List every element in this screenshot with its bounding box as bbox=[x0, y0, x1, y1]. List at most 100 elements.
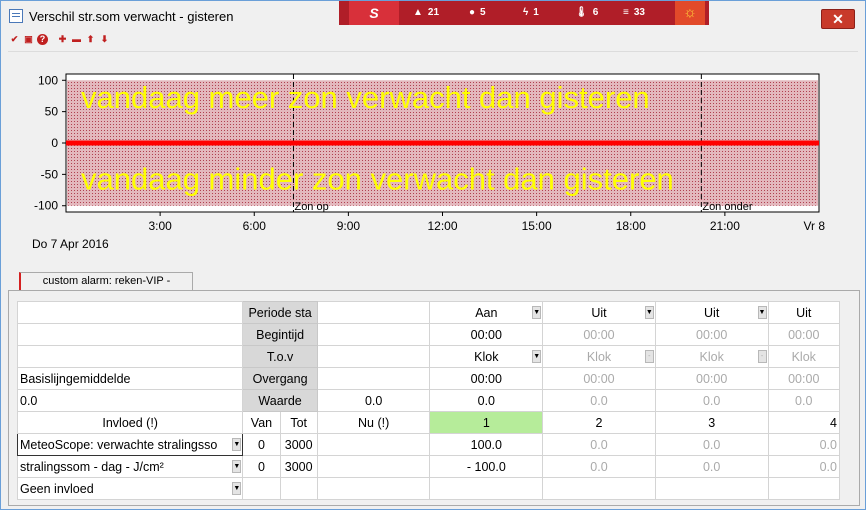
table-row: 0.0 Waarde 0.0 0.0 0.0 0.0 0.0 bbox=[16, 389, 840, 412]
input-3-name: Geen invloed bbox=[20, 481, 94, 496]
period-4-waarde-input[interactable]: 0.0 bbox=[767, 389, 840, 412]
alert-status-bar[interactable]: S ▲ 21 ● 5 ϟ1 🌡 6 ≡ 33 ☼ bbox=[339, 1, 709, 25]
row-left-3: Basislijngemiddelde bbox=[16, 367, 244, 390]
table-row: Geen invloed ▼ bbox=[16, 477, 840, 500]
header-period-1[interactable]: 1 bbox=[429, 411, 544, 434]
help-icon[interactable]: ? bbox=[37, 34, 48, 45]
input-1-van[interactable]: 0 bbox=[242, 433, 281, 456]
add-icon[interactable]: ✚ bbox=[57, 34, 68, 45]
x-tick-label: 18:00 bbox=[616, 219, 646, 233]
input-2-name: stralingssom - dag - J/cm² bbox=[20, 459, 164, 474]
input-2-value-p3[interactable]: 0.0 bbox=[654, 455, 769, 478]
input-3-value-p1[interactable] bbox=[429, 477, 544, 500]
y-tick-label: -50 bbox=[41, 167, 59, 181]
empty-cell bbox=[316, 301, 431, 324]
header-period-4[interactable]: 4 bbox=[767, 411, 840, 434]
input-3-value-p2[interactable] bbox=[542, 477, 656, 500]
window-title: Verschil str.som verwacht - gisteren bbox=[29, 9, 234, 24]
input-1-value-p1[interactable]: 100.0 bbox=[429, 433, 544, 456]
period-3-waarde-input[interactable]: 0.0 bbox=[654, 389, 769, 412]
extra-waarde[interactable]: 0.0 bbox=[316, 389, 431, 412]
dropdown-arrow-icon[interactable]: - bbox=[644, 350, 654, 363]
input-3-nu bbox=[316, 477, 431, 500]
close-button[interactable]: ✕ bbox=[821, 9, 855, 29]
input-1-value-p2[interactable]: 0.0 bbox=[542, 433, 656, 456]
x-tick-label: 9:00 bbox=[337, 219, 361, 233]
x-tick-label: 15:00 bbox=[522, 219, 552, 233]
dropdown-arrow-icon[interactable]: ▼ bbox=[232, 460, 242, 473]
period-4-tov-select[interactable]: Klok bbox=[767, 345, 840, 368]
period-1-begin-input[interactable]: 00:00 bbox=[429, 323, 544, 346]
label-tov: T.o.v bbox=[242, 345, 318, 368]
input-2-value-p4[interactable]: 0.0 bbox=[767, 455, 840, 478]
empty-cell bbox=[316, 345, 431, 368]
period-2-begin-input[interactable]: 00:00 bbox=[542, 323, 656, 346]
dropdown-arrow-icon[interactable]: - bbox=[757, 350, 767, 363]
input-select-1[interactable]: MeteoScope: verwachte stralingsso ▼ bbox=[16, 433, 244, 456]
period-3-overgang-input[interactable]: 00:00 bbox=[654, 367, 769, 390]
dropdown-arrow-icon[interactable]: ▼ bbox=[232, 482, 242, 495]
lightning-icon: ϟ bbox=[523, 7, 529, 18]
input-3-van[interactable] bbox=[242, 477, 281, 500]
print-icon[interactable]: ▣ bbox=[23, 34, 34, 45]
input-select-2[interactable]: stralingssom - dag - J/cm² ▼ bbox=[16, 455, 244, 478]
input-2-tot[interactable]: 3000 bbox=[279, 455, 318, 478]
drop-count[interactable]: ● 5 bbox=[469, 1, 486, 25]
period-1-tov-value: Klok bbox=[474, 349, 499, 364]
lightning-count[interactable]: ϟ1 bbox=[523, 1, 539, 25]
table-row: Periode sta Aan ▼ Uit ▼ Uit ▼ Uit bbox=[16, 301, 840, 324]
input-1-value-p4[interactable]: 0.0 bbox=[767, 433, 840, 456]
logo-icon[interactable]: S bbox=[349, 1, 399, 25]
thermometer-count[interactable]: 🌡 6 bbox=[575, 1, 598, 25]
header-period-3[interactable]: 3 bbox=[654, 411, 769, 434]
dropdown-arrow-icon[interactable]: ▼ bbox=[757, 306, 767, 319]
period-3-tov-select[interactable]: Klok - bbox=[654, 345, 769, 368]
annotation-top: vandaag meer zon verwacht dan gisteren bbox=[81, 80, 650, 115]
input-3-tot[interactable] bbox=[279, 477, 318, 500]
row-left-1 bbox=[16, 323, 244, 346]
dropdown-arrow-icon[interactable]: ▼ bbox=[532, 350, 542, 363]
move-up-icon[interactable]: ⬆ bbox=[85, 34, 96, 45]
input-3-value-p4[interactable] bbox=[767, 477, 840, 500]
dropdown-arrow-icon[interactable]: ▼ bbox=[532, 306, 542, 319]
dropdown-arrow-icon[interactable]: ▼ bbox=[232, 438, 242, 451]
lightning-count-value: 1 bbox=[533, 7, 539, 18]
header-period-2[interactable]: 2 bbox=[542, 411, 656, 434]
dropdown-arrow-icon[interactable]: ▼ bbox=[644, 306, 654, 319]
table-row: Begintijd 00:00 00:00 00:00 00:00 bbox=[16, 323, 840, 346]
period-1-overgang-input[interactable]: 00:00 bbox=[429, 367, 544, 390]
period-3-begin-input[interactable]: 00:00 bbox=[654, 323, 769, 346]
sun-icon[interactable]: ☼ bbox=[675, 1, 705, 25]
input-3-value-p3[interactable] bbox=[654, 477, 769, 500]
tab-custom-alarm[interactable]: custom alarm: reken-VIP - bbox=[19, 272, 193, 290]
x-tick-label: 6:00 bbox=[243, 219, 267, 233]
period-4-overgang-input[interactable]: 00:00 bbox=[767, 367, 840, 390]
period-1-waarde-input[interactable]: 0.0 bbox=[429, 389, 544, 412]
period-4-state-select[interactable]: Uit bbox=[767, 301, 840, 324]
list-count[interactable]: ≡ 33 bbox=[623, 1, 645, 25]
period-2-waarde-input[interactable]: 0.0 bbox=[542, 389, 656, 412]
move-down-icon[interactable]: ⬇ bbox=[99, 34, 110, 45]
period-4-begin-input[interactable]: 00:00 bbox=[767, 323, 840, 346]
input-1-tot[interactable]: 3000 bbox=[279, 433, 318, 456]
period-3-state-select[interactable]: Uit ▼ bbox=[654, 301, 769, 324]
period-2-tov-select[interactable]: Klok - bbox=[542, 345, 656, 368]
period-1-state-select[interactable]: Aan ▼ bbox=[429, 301, 544, 324]
period-2-state-select[interactable]: Uit ▼ bbox=[542, 301, 656, 324]
input-2-value-p2[interactable]: 0.0 bbox=[542, 455, 656, 478]
period-2-overgang-input[interactable]: 00:00 bbox=[542, 367, 656, 390]
input-select-3[interactable]: Geen invloed ▼ bbox=[16, 477, 244, 500]
check-icon[interactable]: ✔ bbox=[9, 34, 20, 45]
period-1-tov-select[interactable]: Klok ▼ bbox=[429, 345, 544, 368]
input-2-value-p1[interactable]: - 100.0 bbox=[429, 455, 544, 478]
input-1-value-p3[interactable]: 0.0 bbox=[654, 433, 769, 456]
app-icon bbox=[9, 9, 23, 23]
warning-count[interactable]: ▲ 21 bbox=[413, 1, 439, 25]
row-left-4[interactable]: 0.0 bbox=[16, 389, 244, 412]
row-left-0 bbox=[16, 301, 244, 324]
period-2-state-value: Uit bbox=[591, 305, 607, 320]
input-2-van[interactable]: 0 bbox=[242, 455, 281, 478]
label-begintijd: Begintijd bbox=[242, 323, 318, 346]
table-row: Basislijngemiddelde Overgang 00:00 00:00… bbox=[16, 367, 840, 390]
remove-icon[interactable]: ▬ bbox=[71, 34, 82, 45]
